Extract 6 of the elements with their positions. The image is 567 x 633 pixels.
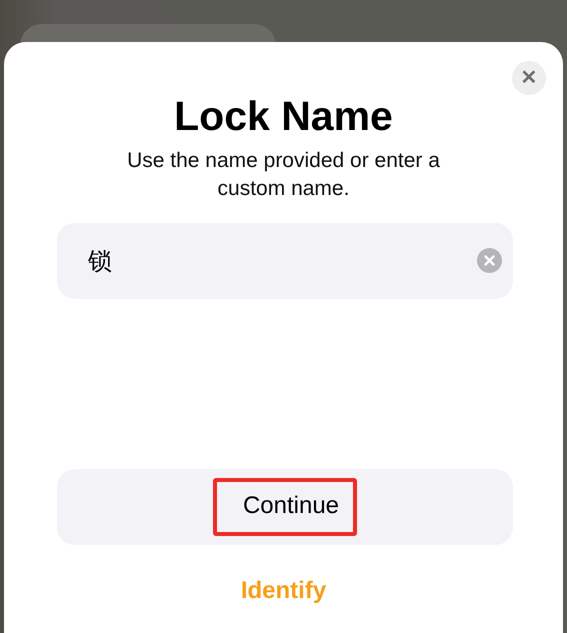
name-field[interactable]: 锁 — [57, 223, 513, 300]
sheet-subtitle: Use the name provided or enter a custom name. — [126, 148, 441, 202]
close-button[interactable]: ✕ — [512, 61, 546, 95]
continue-button[interactable]: Continue — [57, 469, 513, 546]
sheet-title: Lock Name — [173, 94, 394, 140]
clear-icon[interactable] — [477, 248, 502, 274]
